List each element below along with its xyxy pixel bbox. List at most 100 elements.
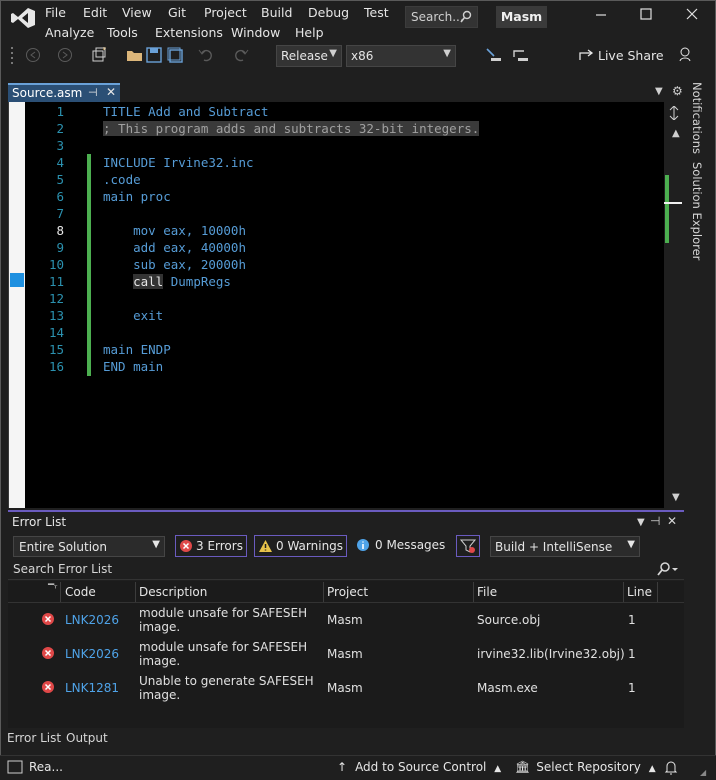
error-file: Source.obj <box>477 613 541 627</box>
new-project-icon[interactable] <box>91 47 109 63</box>
column-divider[interactable] <box>657 582 658 603</box>
step-over-icon[interactable] <box>512 47 530 63</box>
menu-edit[interactable]: Edit <box>83 5 107 20</box>
settings-gear-icon[interactable]: ⚙ <box>672 84 683 98</box>
split-editor-icon[interactable] <box>668 106 680 120</box>
column-header-line[interactable]: Line <box>627 585 652 599</box>
column-header-description[interactable]: Description <box>139 585 207 599</box>
column-divider[interactable] <box>135 582 136 603</box>
error-code-link[interactable]: LNK1281 <box>65 681 119 695</box>
panel-menu-icon[interactable]: ▼ <box>637 517 645 528</box>
menu-extensions[interactable]: Extensions <box>155 25 223 40</box>
code-line[interactable]: TITLE Add and Subtract <box>103 104 269 119</box>
scroll-down-icon[interactable]: ▼ <box>672 492 680 503</box>
line-number: 10 <box>48 257 64 272</box>
tab-source-asm[interactable]: Source.asm ⊣ ✕ <box>8 83 120 102</box>
code-line[interactable]: exit <box>103 308 163 323</box>
warnings-count-label: 0 Warnings <box>276 539 344 553</box>
menu-view[interactable]: View <box>122 5 152 20</box>
error-circle-icon <box>42 647 54 659</box>
column-divider[interactable] <box>623 582 624 603</box>
notifications-bell-icon[interactable] <box>664 760 678 776</box>
select-repository-button[interactable]: 🏛 Select Repository ▲ <box>515 760 656 774</box>
column-divider[interactable] <box>60 582 61 603</box>
solution-explorer-side-tab[interactable]: Solution Explorer <box>690 162 704 260</box>
save-all-icon[interactable] <box>167 47 183 63</box>
code-line[interactable]: END main <box>103 359 163 374</box>
menu-project[interactable]: Project <box>204 5 247 20</box>
feedback-icon[interactable] <box>678 46 694 62</box>
warnings-filter-toggle[interactable]: 0 Warnings <box>254 535 347 557</box>
code-line[interactable]: .code <box>103 172 141 187</box>
menu-tools[interactable]: Tools <box>107 25 138 40</box>
code-line[interactable]: call DumpRegs <box>103 274 231 289</box>
error-code-link[interactable]: LNK2026 <box>65 613 119 627</box>
code-line[interactable]: INCLUDE Irvine32.inc <box>103 155 254 170</box>
configuration-select[interactable]: Release ▼ <box>276 45 342 67</box>
error-code-link[interactable]: LNK2026 <box>65 647 119 661</box>
indicator-margin[interactable] <box>9 102 25 508</box>
menu-debug[interactable]: Debug <box>308 5 349 20</box>
tab-output[interactable]: Output <box>66 731 108 745</box>
messages-filter-toggle[interactable]: 0 Messages <box>356 538 445 552</box>
tab-close-icon[interactable]: ✕ <box>106 85 116 99</box>
editor-vertical-scrollbar[interactable] <box>664 102 684 508</box>
code-line[interactable]: add eax, 40000h <box>103 240 246 255</box>
menu-window[interactable]: Window <box>231 25 280 40</box>
error-description: module unsafe for SAFESEH <box>139 640 308 654</box>
resize-grip-icon[interactable]: ◢ <box>700 768 706 777</box>
column-header-code[interactable]: Code <box>65 585 96 599</box>
save-icon[interactable] <box>146 47 162 63</box>
solution-name-badge[interactable]: Masm <box>496 6 547 28</box>
menu-git[interactable]: Git <box>168 5 186 20</box>
code-line[interactable]: mov eax, 10000h <box>103 223 246 238</box>
undo-icon[interactable] <box>198 47 214 63</box>
tab-overflow-icon[interactable]: ▼ <box>655 86 663 97</box>
code-line[interactable]: ; This program adds and subtracts 32-bit… <box>103 121 480 136</box>
close-window-button[interactable] <box>686 8 698 24</box>
add-to-source-control-button[interactable]: ↑ Add to Source Control ▲ <box>337 760 501 774</box>
status-ready: Rea... <box>29 760 63 774</box>
menu-build[interactable]: Build <box>261 5 292 20</box>
error-scope-select[interactable]: Entire Solution ▼ <box>13 536 165 557</box>
navigate-forward-icon[interactable] <box>57 47 73 63</box>
code-line[interactable]: sub eax, 20000h <box>103 257 246 272</box>
platform-select[interactable]: x86 ▼ <box>346 45 456 67</box>
minimize-button[interactable] <box>595 8 607 24</box>
menu-help[interactable]: Help <box>295 25 324 40</box>
menu-file[interactable]: File <box>45 5 66 20</box>
panel-pin-icon[interactable]: ⊣ <box>650 514 660 528</box>
redo-icon[interactable] <box>233 47 249 63</box>
build-filter-select[interactable]: Build + IntelliSense ▼ <box>490 536 640 557</box>
step-into-icon[interactable] <box>485 47 503 63</box>
pin-icon[interactable]: ⊣ <box>88 86 98 99</box>
line-number: 13 <box>48 308 64 323</box>
column-header-file[interactable]: File <box>477 585 497 599</box>
live-share-icon <box>579 49 594 60</box>
line-number: 6 <box>56 189 64 204</box>
filter-button[interactable] <box>456 535 480 557</box>
navigate-back-icon[interactable] <box>25 47 41 63</box>
notifications-side-tab[interactable]: Notifications <box>690 82 704 154</box>
panel-close-icon[interactable]: ✕ <box>667 514 677 528</box>
line-number: 8 <box>56 223 64 238</box>
code-line[interactable]: main proc <box>103 189 171 204</box>
errors-filter-toggle[interactable]: 3 Errors <box>175 535 247 557</box>
build-filter-value: Build + IntelliSense <box>495 540 613 554</box>
menu-test[interactable]: Test <box>364 5 389 20</box>
scroll-up-icon[interactable]: ▲ <box>672 128 680 139</box>
live-share-button[interactable]: Live Share <box>578 48 664 63</box>
code-line[interactable]: main ENDP <box>103 342 171 357</box>
column-divider[interactable] <box>323 582 324 603</box>
line-number: 3 <box>56 138 64 153</box>
line-number: 15 <box>48 342 64 357</box>
line-number: 14 <box>48 325 64 340</box>
column-header-project[interactable]: Project <box>327 585 368 599</box>
open-folder-icon[interactable] <box>126 47 144 63</box>
search-input[interactable]: Search... <box>405 6 478 28</box>
column-divider[interactable] <box>473 582 474 603</box>
tab-error-list[interactable]: Error List <box>7 731 61 745</box>
maximize-button[interactable] <box>640 8 652 24</box>
menu-analyze[interactable]: Analyze <box>45 25 94 40</box>
error-list-search-input[interactable]: Search Error List <box>8 560 684 580</box>
